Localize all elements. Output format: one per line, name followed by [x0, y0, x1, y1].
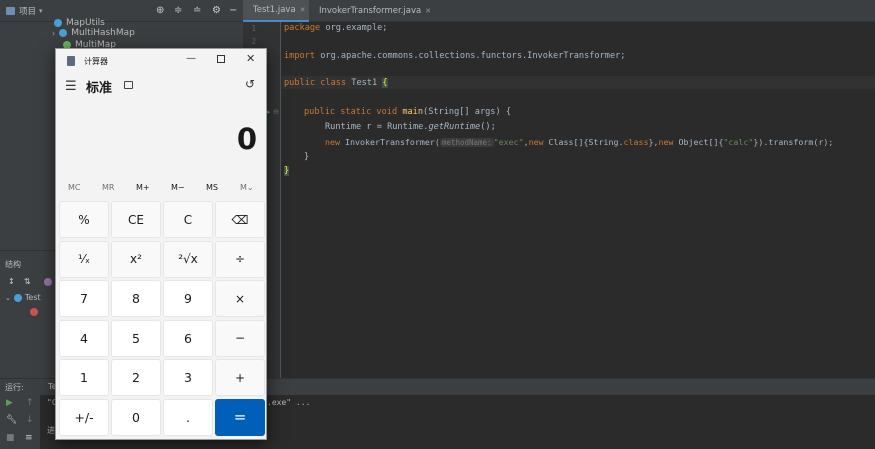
expand-all-icon[interactable]: ≑ — [174, 5, 182, 16]
clear-entry-button[interactable]: CE — [111, 201, 161, 238]
memory-clear-button[interactable]: MC — [68, 183, 81, 192]
sort-icon[interactable]: ↕ — [8, 277, 15, 286]
stop-icon[interactable]: ■ — [6, 433, 15, 443]
close-icon[interactable]: ✕ — [300, 6, 306, 14]
project-panel-title[interactable]: 项目 — [19, 5, 36, 17]
keep-on-top-icon[interactable] — [124, 81, 133, 89]
class-icon — [59, 29, 68, 37]
down-icon[interactable]: ↓ — [26, 415, 34, 425]
code-line-import: import org.apache.commons.collections.fu… — [284, 51, 626, 61]
tab-invokertransformer-java[interactable]: InvokerTransformer.java ✕ — [309, 0, 433, 22]
structure-panel-title: 结构 — [5, 260, 21, 269]
calculator-mode-title: 标准 — [86, 81, 113, 96]
memory-store-button[interactable]: MS — [206, 183, 218, 192]
minimize-button[interactable]: — — [186, 53, 196, 64]
multiply-button[interactable]: × — [215, 280, 265, 317]
run-label: 运行: — [5, 383, 24, 392]
code-line-runtime: Runtime r = Runtime.getRuntime(); — [325, 122, 496, 132]
class-icon — [13, 293, 22, 302]
memory-list-button[interactable]: M⌄ — [240, 183, 254, 192]
project-panel-header: 项目 ▾ ⊕ ≑ ≐ ⚙ − — [0, 0, 243, 22]
negate-button[interactable]: +/- — [59, 398, 109, 436]
digit-9-button[interactable]: 9 — [163, 280, 213, 317]
visibility-icon[interactable] — [44, 278, 52, 286]
method-icon[interactable] — [30, 308, 38, 316]
fold-icon[interactable]: ⊖ — [273, 108, 279, 116]
code-line-close-class: } — [284, 166, 290, 176]
tab-test1-java[interactable]: Test1.java ✕ — [243, 0, 309, 22]
digit-7-button[interactable]: 7 — [59, 280, 109, 317]
digit-2-button[interactable]: 2 — [111, 359, 161, 396]
project-icon — [6, 6, 15, 15]
chevron-right-icon[interactable]: › — [52, 29, 55, 38]
close-icon[interactable]: ✕ — [425, 7, 431, 15]
code-line-package: package org.example; — [284, 23, 388, 33]
close-button[interactable]: ✕ — [246, 52, 255, 65]
gear-icon[interactable]: ⚙ — [212, 5, 221, 16]
wrench-icon[interactable]: 🔧︎ — [6, 415, 17, 425]
calculator-display: 0 — [236, 122, 257, 156]
memory-recall-button[interactable]: MR — [102, 183, 114, 192]
line-number: 1 — [251, 24, 256, 33]
hide-panel-icon[interactable]: − — [229, 5, 237, 16]
up-icon[interactable]: ↑ — [26, 398, 34, 408]
editor-tab-bar: Test1.java ✕ InvokerTransformer.java ✕ — [243, 0, 875, 22]
code-editor[interactable]: 1 2 3 4 5 6 7 8 9 10 11 ▶ ⊖ package org.… — [243, 22, 875, 378]
reciprocal-button[interactable]: ¹⁄ₓ — [59, 240, 109, 278]
digit-0-button[interactable]: 0 — [111, 398, 161, 436]
digit-4-button[interactable]: 4 — [59, 319, 109, 357]
square-button[interactable]: x² — [111, 240, 161, 278]
divide-button[interactable]: ÷ — [215, 240, 265, 278]
sort-alpha-icon[interactable]: ⇅ — [24, 277, 31, 286]
digit-5-button[interactable]: 5 — [111, 319, 161, 357]
wrap-icon[interactable]: ≡ — [25, 433, 33, 443]
clear-button[interactable]: C — [163, 201, 213, 238]
digit-8-button[interactable]: 8 — [111, 280, 161, 317]
rerun-icon[interactable]: ▶ — [6, 398, 13, 408]
collapse-all-icon[interactable]: ≐ — [193, 5, 201, 16]
dropdown-icon[interactable]: ▾ — [39, 7, 43, 15]
console-status-char: 进 — [47, 426, 55, 435]
percent-button[interactable]: % — [59, 201, 109, 238]
backspace-button[interactable]: ⌫ — [215, 201, 265, 238]
code-line-invoker: new InvokerTransformer(methodName: "exec"… — [325, 137, 834, 147]
digit-6-button[interactable]: 6 — [163, 319, 213, 357]
memory-subtract-button[interactable]: M− — [171, 183, 185, 192]
history-icon[interactable]: ↺ — [245, 77, 255, 91]
structure-item[interactable]: ⌄ Test — [5, 293, 41, 302]
calculator-window[interactable]: 计算器 — ✕ ☰ 标准 ↺ 0 MC MR M+ M− MS M⌄ % CE C ⌫… — [55, 48, 267, 440]
maximize-button[interactable] — [217, 55, 225, 63]
code-line-main: public static void main(String[] args) { — [304, 107, 511, 117]
code-line-close-method: } — [304, 152, 310, 162]
parameter-hint: methodName: — [439, 138, 494, 147]
calculator-app-icon — [67, 56, 75, 66]
memory-add-button[interactable]: M+ — [136, 183, 150, 192]
hamburger-menu-icon[interactable]: ☰ — [65, 79, 77, 94]
target-icon[interactable]: ⊕ — [156, 5, 164, 16]
decimal-button[interactable]: . — [163, 398, 213, 436]
minus-button[interactable]: − — [215, 319, 265, 357]
digit-1-button[interactable]: 1 — [59, 359, 109, 396]
chevron-down-icon[interactable]: ⌄ — [5, 294, 11, 302]
run-toolbar: ▶ 🔧︎ ■ ↑ ↓ ≡ — [0, 395, 40, 449]
code-line-class: public class Test1 { — [284, 78, 388, 88]
square-root-button[interactable]: ²√x — [163, 240, 213, 278]
line-number: 2 — [251, 37, 256, 46]
plus-button[interactable]: + — [215, 359, 265, 396]
equals-button[interactable]: = — [215, 398, 265, 436]
calculator-title: 计算器 — [84, 57, 108, 66]
console-output-end: .exe" ... — [267, 398, 311, 407]
digit-3-button[interactable]: 3 — [163, 359, 213, 396]
